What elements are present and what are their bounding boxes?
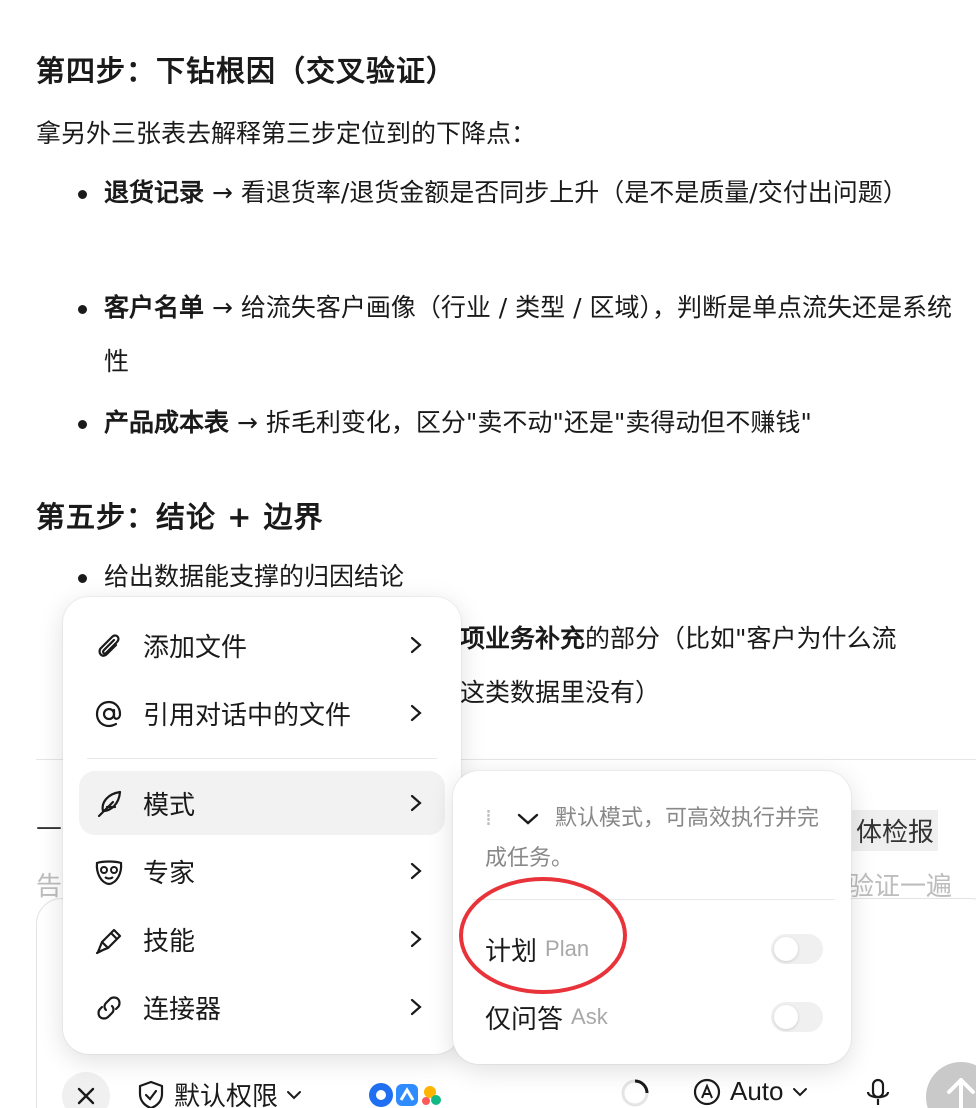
arrow-up-icon	[947, 1078, 975, 1108]
attach-menu: 添加文件 引用对话中的文件 模式 专家 技能 连接器	[63, 597, 461, 1054]
list-item-text: 的部分（比如"客户为什么流	[585, 624, 897, 653]
list-item-bold: 客户名单	[104, 293, 205, 322]
chevron-down-icon	[792, 1087, 807, 1096]
step4-heading: 第四步：下钻根因（交叉验证）	[36, 54, 457, 88]
menu-item-label: 技能	[143, 926, 196, 957]
list-item-text-line2: 这类数据里没有）	[460, 678, 661, 707]
permission-label: 默认权限	[174, 1082, 279, 1108]
dash-text: —	[36, 812, 62, 842]
permission-selector[interactable]: 默认权限	[136, 1076, 302, 1108]
toggle-knob	[774, 1005, 798, 1029]
list-item-text: → 给流失客户画像（行业 / 类型 / 区域），判断是单点流失还是系统性	[104, 293, 952, 376]
list-item-text: 给出数据能支撑的归因结论	[104, 562, 405, 591]
paperclip-icon	[98, 634, 120, 657]
feather-icon	[97, 790, 122, 818]
scroll-indicator: ⁞	[485, 806, 492, 831]
expert-mask-icon	[95, 860, 123, 886]
menu-item-connectors[interactable]: 连接器	[79, 975, 445, 1039]
menu-item-reference-file[interactable]: 引用对话中的文件	[79, 681, 445, 745]
microphone-icon	[866, 1078, 890, 1105]
menu-item-add-file[interactable]: 添加文件	[79, 613, 445, 677]
chevron-right-icon	[410, 794, 422, 812]
menu-item-skills[interactable]: 技能	[79, 907, 445, 971]
menu-item-label: 模式	[143, 790, 196, 821]
chevron-down-icon	[287, 1090, 302, 1099]
bullet	[78, 574, 87, 583]
menu-item-label: 添加文件	[143, 632, 248, 663]
model-label: Auto	[730, 1076, 784, 1106]
skill-pen-icon	[95, 928, 122, 955]
microphone-button[interactable]	[864, 1078, 892, 1108]
close-icon	[77, 1087, 95, 1105]
plan-toggle[interactable]	[771, 934, 823, 964]
bullet	[78, 305, 87, 314]
list-item: 退货记录 → 看退货率/退货金额是否同步上升（是不是质量/交付出问题）	[78, 166, 976, 220]
link-icon	[97, 996, 121, 1020]
submenu-divider	[473, 899, 835, 900]
list-item-text: → 看退货率/退货金额是否同步上升（是不是质量/交付出问题）	[204, 178, 908, 207]
auto-model-icon	[693, 1078, 721, 1105]
menu-divider	[87, 758, 437, 759]
model-selector[interactable]: Auto	[692, 1076, 808, 1107]
list-item-text: → 拆毛利变化，区分"卖不动"还是"卖得动但不赚钱"	[229, 408, 812, 437]
background-text: 体检报	[852, 810, 939, 851]
chevron-right-icon	[410, 930, 422, 948]
bullet	[78, 420, 87, 429]
chevron-right-icon	[410, 862, 422, 880]
menu-item-expert[interactable]: 专家	[79, 839, 445, 903]
mode-option-plan[interactable]: 计划 Plan	[485, 929, 825, 969]
mode-description: ⁞ 默认模式，可高效执行并完成任务。	[485, 799, 825, 879]
loading-icon	[620, 1078, 650, 1108]
chevron-right-icon	[410, 998, 422, 1016]
bullet	[78, 190, 87, 199]
chevron-right-icon	[410, 704, 422, 722]
list-item: 给出数据能支撑的归因结论	[78, 550, 976, 604]
toggle-knob	[774, 937, 798, 961]
list-item-bold: 退货记录	[104, 178, 205, 207]
mode-option-ask[interactable]: 仅问答 Ask	[485, 997, 825, 1037]
chevron-right-icon	[410, 636, 422, 654]
ask-toggle[interactable]	[771, 1002, 823, 1032]
list-item: 产品成本表 → 拆毛利变化，区分"卖不动"还是"卖得动但不赚钱"	[78, 396, 976, 450]
list-item-bold: 项业务补充	[460, 624, 586, 653]
list-item-partial: 项业务补充的部分（比如"客户为什么流 这类数据里没有）	[460, 612, 897, 720]
menu-item-label: 连接器	[143, 994, 222, 1025]
chevron-down-icon[interactable]	[515, 811, 541, 827]
connector-logos-icon[interactable]	[366, 1078, 446, 1108]
shield-check-icon	[138, 1080, 164, 1108]
app-logos-icon	[369, 1083, 441, 1107]
mode-submenu: ⁞ 默认模式，可高效执行并完成任务。 计划 Plan 仅问答 Ask	[453, 771, 851, 1064]
menu-item-mode[interactable]: 模式	[79, 771, 445, 835]
step5-heading: 第五步：结论 + 边界	[36, 500, 324, 534]
at-icon	[95, 700, 122, 728]
option-label: 仅问答	[485, 1004, 564, 1035]
menu-item-label: 专家	[143, 858, 196, 889]
option-label-en: Ask	[571, 1004, 608, 1029]
list-item-bold: 产品成本表	[104, 408, 230, 437]
menu-item-label: 引用对话中的文件	[143, 700, 352, 731]
option-label: 计划	[485, 936, 538, 967]
option-label-en: Plan	[545, 936, 590, 961]
list-item: 客户名单 → 给流失客户画像（行业 / 类型 / 区域），判断是单点流失还是系统…	[78, 281, 976, 389]
step4-intro: 拿另外三张表去解释第三步定位到的下降点：	[36, 119, 537, 148]
